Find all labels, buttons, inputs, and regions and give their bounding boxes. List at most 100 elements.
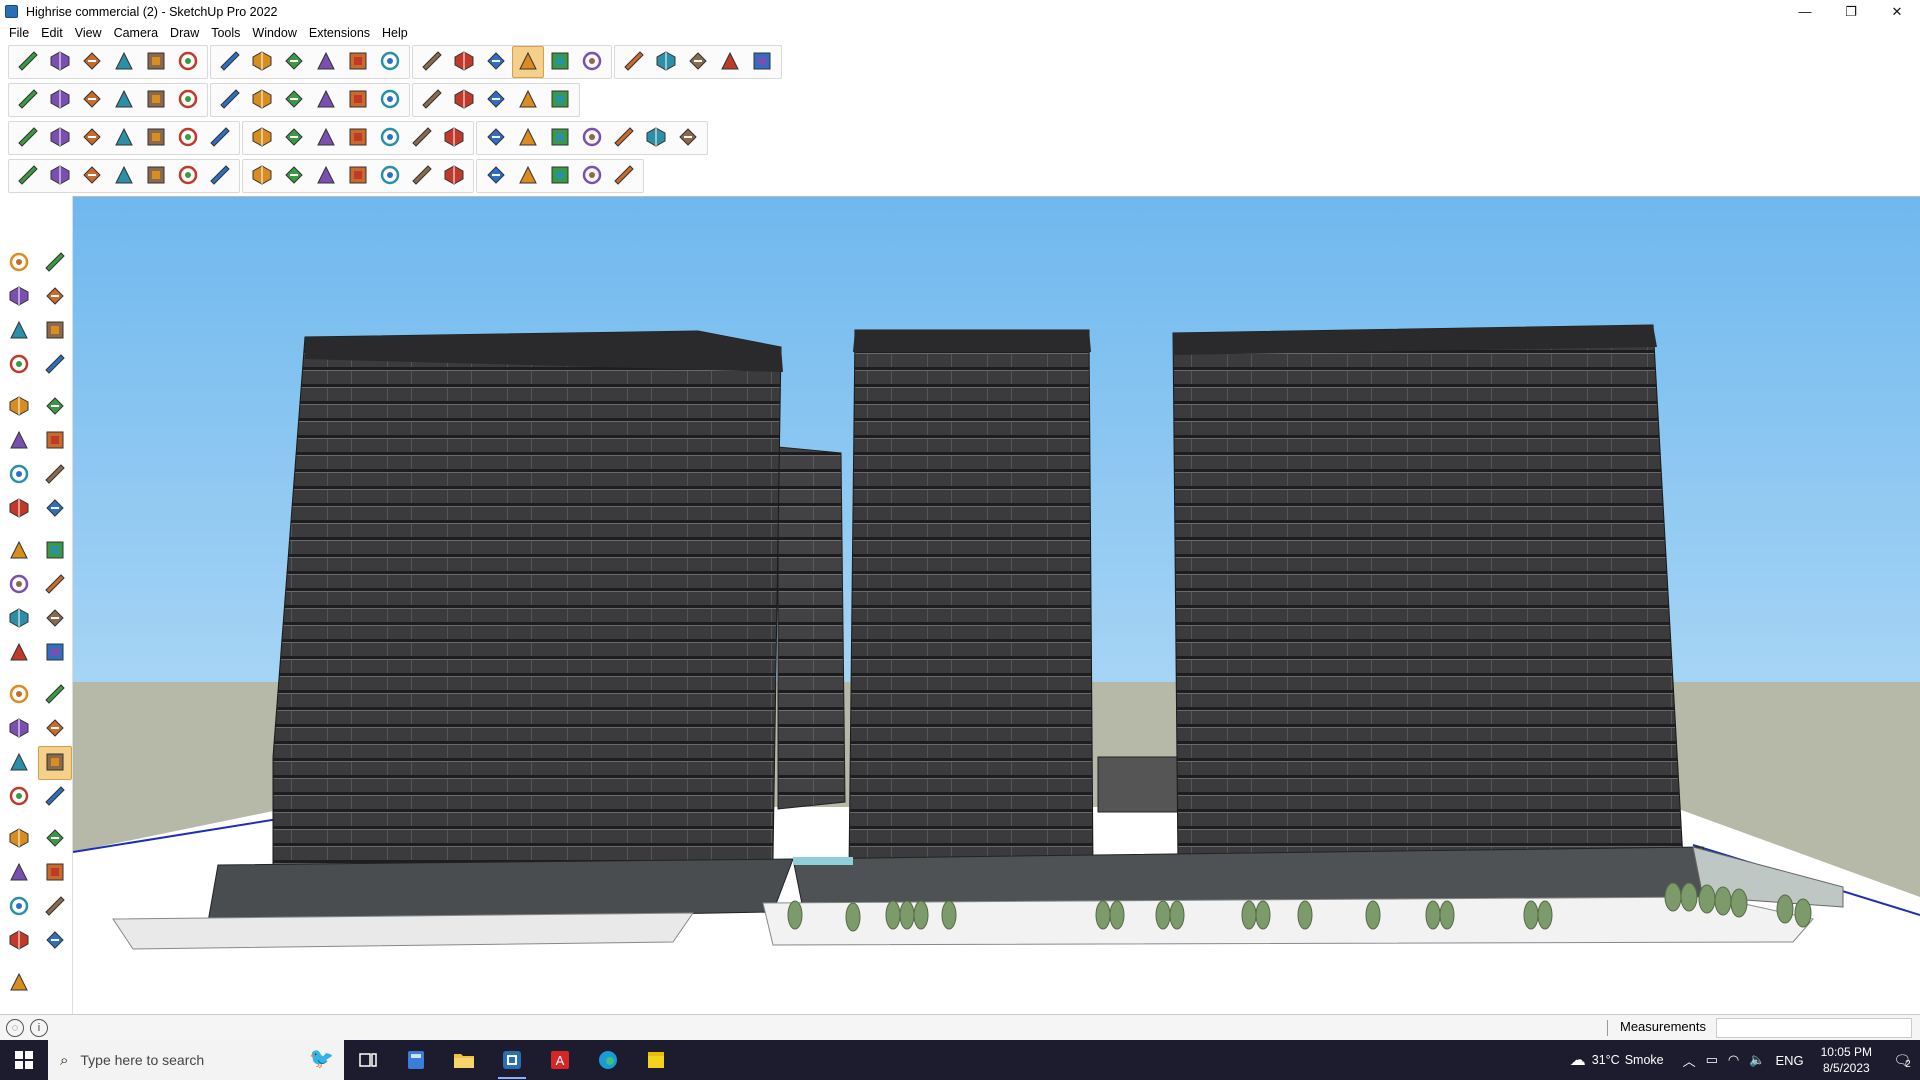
orbit-tool-button[interactable] [38,246,72,280]
bridge-tool-button[interactable] [640,122,672,154]
plane-tool-button[interactable] [108,122,140,154]
select-arrow-tool-button[interactable] [2,246,36,280]
minimize-button[interactable]: — [1782,0,1828,23]
subdivide-tool-button[interactable] [76,160,108,192]
spline-tool-button[interactable] [374,122,406,154]
stairs-tool-button[interactable] [140,122,172,154]
zoom-window-tool-button[interactable] [38,780,72,814]
roof-tool-button[interactable] [278,84,310,116]
walk-tool-button[interactable] [2,890,36,924]
circle-tool-button[interactable] [2,424,36,458]
taskbar-sketchup[interactable] [488,1040,536,1080]
push-tool-button[interactable] [140,84,172,116]
gear-tool-button[interactable] [140,160,172,192]
curve-tool-button[interactable] [374,84,406,116]
volume-icon[interactable]: 🔈 [1749,1052,1765,1068]
extrude-tool-button[interactable] [108,84,140,116]
pencil-tool-button[interactable] [38,314,72,348]
maximize-button[interactable]: ❐ [1828,0,1874,23]
tree-tool-button[interactable] [512,160,544,192]
texture-tool-button[interactable] [246,160,278,192]
rotate-tool-button[interactable] [2,568,36,602]
offset-tool-button[interactable] [374,160,406,192]
intersect-tool-button[interactable] [416,84,448,116]
account-tool-button[interactable] [746,46,778,78]
tape-measure-tool-button[interactable] [374,46,406,78]
iso-view-tool-button[interactable] [12,84,44,116]
orbit-nav-tool-button[interactable] [2,746,36,780]
language-indicator[interactable]: ENG [1775,1053,1803,1068]
pan-tool-button[interactable] [38,746,72,780]
extend-tool-button[interactable] [406,160,438,192]
menu-extensions[interactable]: Extensions [303,23,376,43]
position-camera-tool-button[interactable] [2,856,36,890]
dimension-tool-button[interactable] [38,636,72,670]
taskbar-search[interactable]: ⌕ Type here to search 🐦 [48,1040,344,1080]
solid-tools-tool-button[interactable] [342,84,374,116]
orbit-tool-button[interactable] [480,46,512,78]
slice-tool-button[interactable] [108,160,140,192]
component-tool-button[interactable] [12,122,44,154]
section-fill-tool-button[interactable] [512,84,544,116]
menu-help[interactable]: Help [376,23,414,43]
menu-draw[interactable]: Draw [164,23,205,43]
previous-view-tool-button[interactable] [38,822,72,856]
rectangle-tool-button[interactable] [172,46,204,78]
rotate-tool-button[interactable] [310,46,342,78]
section-plane-tool-button[interactable] [618,46,650,78]
pan-tool-button[interactable] [512,46,544,78]
line-tool-button[interactable] [2,348,36,382]
grid-tool-button[interactable] [310,122,342,154]
group-tool-button[interactable] [44,122,76,154]
geo-location-icon[interactable]: ◌ [6,1018,24,1037]
chamfer-tool-button[interactable] [342,160,374,192]
info-icon[interactable]: i [30,1018,48,1037]
protractor-tool-button[interactable] [2,678,36,712]
box-tool-button[interactable] [278,122,310,154]
shape-tool-button[interactable] [544,84,576,116]
menu-edit[interactable]: Edit [35,23,69,43]
taskbar-calculator[interactable] [392,1040,440,1080]
text-tool-button[interactable] [416,46,448,78]
face-tool-button[interactable] [76,122,108,154]
scale-tool-button[interactable] [342,46,374,78]
eraser-tool-button[interactable] [76,46,108,78]
zoom-extents-tool-button[interactable] [2,822,36,856]
front-view-tool-button[interactable] [76,84,108,116]
panel-tool-button[interactable] [608,160,640,192]
axes-tool-button[interactable] [2,712,36,746]
mirror-tool-button[interactable] [438,122,470,154]
text-tool-button[interactable] [38,678,72,712]
offset-tool-button[interactable] [38,602,72,636]
weather-widget[interactable]: ☁ 31°C Smoke [1570,1050,1664,1070]
task-view-button[interactable] [344,1040,392,1080]
3d-text-tool-button[interactable] [38,712,72,746]
section-plane-tool-button[interactable] [38,890,72,924]
follow-me-tool-button[interactable] [38,568,72,602]
measurements-input[interactable] [1716,1018,1912,1038]
door-tool-button[interactable] [204,122,236,154]
railing2-tool-button[interactable] [438,160,470,192]
paint-tool-button[interactable] [480,84,512,116]
3d-viewport[interactable] [73,196,1920,1014]
window-tool-button[interactable] [172,122,204,154]
cone-tool-button[interactable] [480,122,512,154]
loop-tool-button[interactable] [544,122,576,154]
wall-tool-button[interactable] [246,84,278,116]
array-tool-button[interactable] [342,122,374,154]
railing-tool-button[interactable] [204,160,236,192]
pie-tool-button[interactable] [38,458,72,492]
pull-tool-button[interactable] [172,84,204,116]
two-point-arc-tool-button[interactable] [2,492,36,526]
taskbar-file-explorer[interactable] [440,1040,488,1080]
move-tool-button[interactable] [278,46,310,78]
truss-tool-button[interactable] [278,160,310,192]
menu-window[interactable]: Window [246,23,302,43]
taskbar-sticky-notes[interactable] [632,1040,680,1080]
taskbar-acrobat[interactable]: A [536,1040,584,1080]
zoom-tool-button[interactable] [12,46,44,78]
menu-file[interactable]: File [3,23,35,43]
polygon-tool-button[interactable] [38,424,72,458]
layers-tool-button[interactable] [672,122,704,154]
rotated-rectangle-tool-button[interactable] [38,390,72,424]
